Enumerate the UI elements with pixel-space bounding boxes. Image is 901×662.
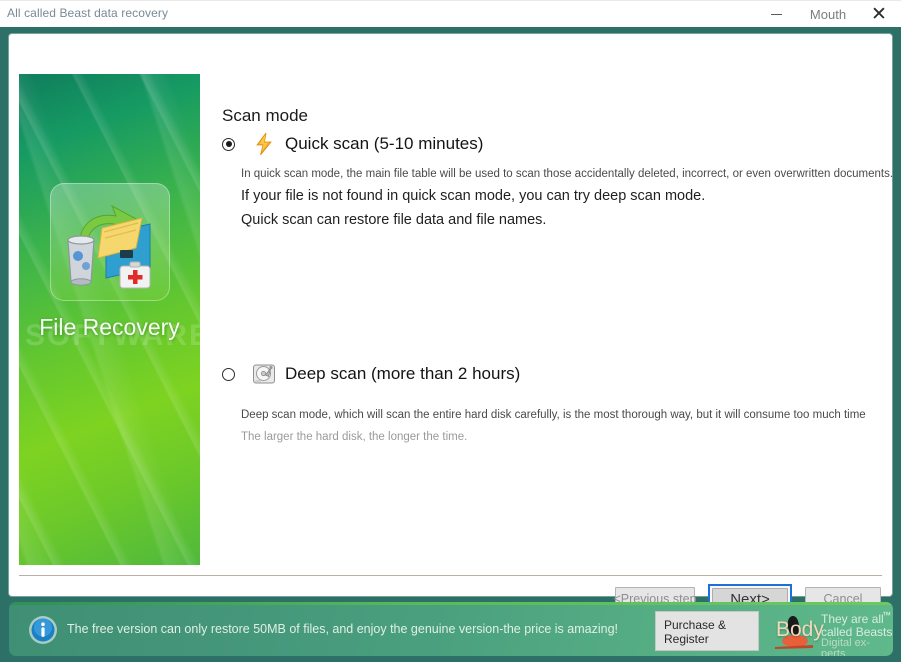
banner-message: The free version can only restore 50MB o… [67, 622, 618, 636]
window-controls: Mouth ✕ [753, 1, 901, 28]
option-quick-scan-row[interactable]: Quick scan (5-10 minutes) [212, 131, 893, 157]
deep-scan-desc-line-2: The larger the hard disk, the longer the… [241, 431, 468, 443]
quick-scan-desc-line-2: If your file is not found in quick scan … [241, 188, 706, 204]
radio-deep-scan[interactable] [222, 367, 235, 381]
main-dialog: SOFTWARE File Recovery Scan mode Quick s… [9, 34, 893, 614]
quick-scan-desc-line-1: In quick scan mode, the main file table … [241, 168, 894, 180]
title-bar: All called Beast data recovery Mouth ✕ [0, 0, 901, 28]
hard-disk-icon [251, 361, 277, 387]
window-title: All called Beast data recovery [7, 6, 169, 20]
mouth-label[interactable]: Mouth [799, 1, 857, 28]
lightning-bolt-icon [251, 131, 277, 157]
close-icon[interactable]: ✕ [857, 1, 901, 28]
purchase-register-button[interactable]: Purchase & Register [655, 611, 759, 651]
option-quick-scan[interactable]: Quick scan (5-10 minutes) In quick scan … [212, 131, 893, 228]
minimize-button[interactable] [753, 1, 799, 28]
option-deep-scan-label: Deep scan (more than 2 hours) [285, 364, 521, 383]
info-icon [29, 616, 57, 644]
product-title: File Recovery [39, 314, 180, 340]
brand-tagline-1: They are all [821, 612, 884, 626]
brand-tagline-3: Digital ex-perts [821, 637, 870, 657]
radio-quick-scan[interactable] [222, 137, 235, 151]
purchase-line-1: Purchase & [664, 618, 727, 632]
option-quick-scan-label: Quick scan (5-10 minutes) [285, 134, 484, 153]
content-area: Scan mode Quick scan (5-10 minutes) In q… [212, 46, 893, 566]
option-deep-scan-row[interactable]: Deep scan (more than 2 hours) [212, 361, 866, 387]
deep-scan-desc-line-1: Deep scan mode, which will scan the enti… [241, 409, 866, 421]
file-recovery-illustration [50, 183, 170, 301]
brand-logo: Body They are all called Beasts Digital … [769, 606, 893, 656]
quick-scan-desc-line-3: Quick scan can restore file data and fil… [241, 212, 547, 228]
page-title: Scan mode [222, 106, 308, 125]
sidebar-art-panel: SOFTWARE File Recovery [19, 74, 200, 565]
footer-divider [19, 575, 882, 576]
file-recovery-icon [67, 204, 151, 289]
trademark-symbol: ™ [882, 610, 891, 620]
window-frame: SOFTWARE File Recovery Scan mode Quick s… [0, 27, 901, 662]
brand-word: Body [776, 618, 824, 641]
minimize-icon [770, 14, 782, 15]
banner-top-accent [9, 602, 893, 605]
option-deep-scan[interactable]: Deep scan (more than 2 hours) Deep scan … [212, 361, 866, 443]
purchase-line-2: Register [664, 632, 709, 646]
promo-banner: The free version can only restore 50MB o… [9, 602, 893, 656]
